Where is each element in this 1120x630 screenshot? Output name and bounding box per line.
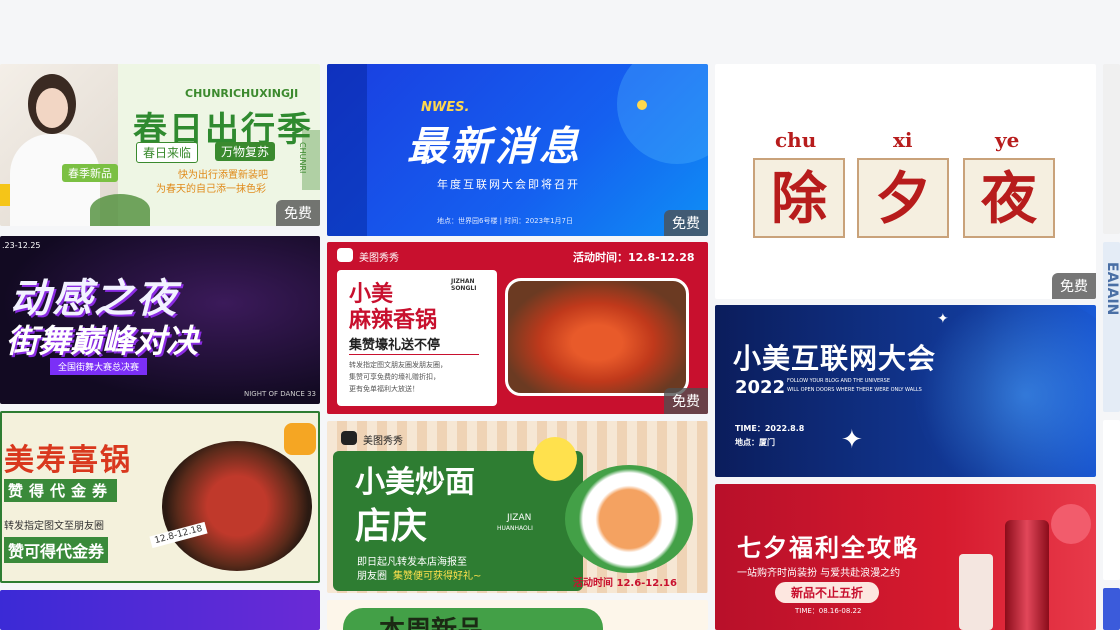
pinyin-text: CHUNRICHUXINGJI: [185, 87, 299, 100]
card-title: 小美互联网大会: [733, 342, 937, 375]
template-card-dance[interactable]: .23-12.25 动感之夜 街舞巅峰对决 全国街舞大赛总决赛 NIGHT OF…: [0, 236, 320, 404]
noodle-image: [565, 465, 693, 573]
perfume-bottle-image: [1005, 520, 1049, 630]
template-card-partial[interactable]: [1103, 64, 1120, 234]
desc-text: WILL OPEN DOORS WHERE THERE WERE ONLY WA…: [787, 387, 922, 393]
pinyin-text: ye: [995, 128, 1020, 152]
desc-text: 朋友圈: [357, 571, 387, 582]
brand-name: 美图秀秀: [359, 253, 399, 264]
heart-shape: [1051, 504, 1091, 544]
card-title: 最新消息: [407, 124, 583, 170]
char-box: 除: [753, 158, 845, 238]
card-title-2: 店庆: [355, 506, 428, 547]
template-card-noodle[interactable]: 美图秀秀 小美炒面 店庆 JIZAN HUANHAOLI 即日起凡转发本店海报至…: [327, 421, 708, 593]
desc-text: 即日起凡转发本店海报至: [357, 557, 467, 568]
time-text: TIME：2022.8.8: [735, 424, 805, 433]
desc-text: 集赞便可获得好礼~: [393, 571, 482, 582]
card-subtitle: 年度互联网大会即将召开: [437, 178, 580, 191]
pinyin-text: chu: [775, 128, 817, 152]
card-subtitle: 街舞巅峰对决: [6, 322, 199, 360]
template-card-week-new[interactable]: 本周新品: [327, 600, 708, 630]
sun-shape: [533, 437, 577, 481]
top-bar: [0, 0, 1120, 62]
template-card-partial[interactable]: [0, 590, 320, 630]
card-subtitle: 赞得代金券: [4, 479, 118, 502]
hotpot-image: [162, 441, 312, 571]
desc-text: 更有免单福利大放送！: [349, 385, 419, 393]
template-card-news[interactable]: NWES. 最新消息 年度互联网大会即将召开 地点：世界园6号楼 | 时间：20…: [327, 64, 708, 236]
tag-label: 春季新品: [62, 164, 118, 182]
tag-label: 万物复苏: [215, 142, 276, 161]
free-badge: 免费: [664, 210, 708, 236]
card-subtitle: 集赞壕礼送不停: [349, 338, 441, 353]
brand-logo: [341, 431, 357, 445]
card-title: 美寿喜锅: [4, 443, 132, 478]
side-text: EAIAIN: [1104, 262, 1120, 316]
template-card-hotpot[interactable]: 美寿喜锅 赞得代金券 转发指定图文至朋友圈 赞可得代金券 12.8-12.18: [0, 411, 320, 583]
cosmetic-jar-image: [959, 554, 993, 630]
footer-text: NIGHT OF DANCE 33: [244, 390, 316, 398]
card-title: 小美炒面: [355, 465, 475, 500]
news-tag: NWES.: [421, 100, 470, 115]
desc-text: 转发指定图文朋友圈发朋友圈，: [349, 361, 447, 369]
char-box: 夜: [963, 158, 1055, 238]
desc-text: 集赞可享免费的壕礼赠折扣，: [349, 373, 440, 381]
subtitle: 为春天的自己添一抹色彩: [156, 184, 266, 195]
sparkle-icon: ✦: [841, 425, 863, 455]
date-text: .23-12.25: [2, 241, 41, 250]
pinyin-text: JIZHAN SONGLI: [451, 278, 477, 292]
sparkle-icon: ✦: [937, 311, 949, 327]
tag-label: 春日来临: [136, 142, 199, 163]
card-title: 本周新品: [379, 610, 483, 630]
footer-text: 地点：世界园6号楼 | 时间：2023年1月7日: [437, 217, 573, 225]
desc-text: FOLLOW YOUR BLOG AND THE UNIVERSE: [787, 378, 890, 384]
template-card-partial[interactable]: EAIAIN: [1103, 242, 1120, 412]
date-text: 活动时间：12.8-12.28: [573, 251, 695, 264]
place-text: 地点：厦门: [735, 438, 775, 447]
time-text: TIME：08.16-08.22: [795, 607, 862, 615]
template-card-conference[interactable]: 小美互联网大会 2022 FOLLOW YOUR BLOG AND THE UN…: [715, 305, 1096, 477]
pinyin-text: JIZAN: [507, 513, 532, 523]
thumbs-up-icon: [284, 423, 316, 455]
food-image: [505, 278, 689, 396]
template-card-qixi[interactable]: 七夕福利全攻略 一站购齐时尚装扮 与爱共赴浪漫之约 新品不止五折 TIME：08…: [715, 484, 1096, 630]
free-badge: 免费: [1052, 273, 1096, 299]
char-box: 夕: [857, 158, 949, 238]
card-title-2: 麻辣香锅: [349, 308, 438, 333]
desc-text: 转发指定图文至朋友圈: [4, 521, 104, 532]
free-badge: 免费: [276, 200, 320, 226]
template-card-partial[interactable]: [1103, 420, 1120, 580]
brand-logo: [337, 248, 353, 262]
subtitle: 快为出行添置新装吧: [178, 170, 268, 181]
year-text: 2022: [735, 377, 786, 398]
card-title: 七夕福利全攻略: [737, 534, 919, 562]
pinyin-text: HUANHAOLI: [497, 525, 533, 532]
template-card-partial[interactable]: [1103, 588, 1120, 630]
template-card-new-year-eve[interactable]: chu xi ye 除 夕 夜 免费: [715, 64, 1096, 299]
template-card-mala[interactable]: 美图秀秀 活动时间：12.8-12.28 小美 JIZHAN SONGLI 麻辣…: [327, 242, 708, 414]
template-card-spring-travel[interactable]: CHUNRICHUXINGJI 春日出行季 春日来临 万物复苏 春季新品 快为出…: [0, 64, 320, 226]
brand-name: 美图秀秀: [363, 436, 403, 447]
free-badge: 免费: [664, 388, 708, 414]
event-bar: 全国街舞大赛总决赛: [50, 358, 148, 375]
promo-button: 新品不止五折: [775, 582, 880, 603]
pinyin-text: xi: [893, 128, 913, 152]
card-subtitle: 一站购齐时尚装扮 与爱共赴浪漫之约: [737, 568, 901, 579]
desc-text: 赞可得代金券: [4, 537, 109, 563]
date-text: 活动时间 12.6-12.16: [573, 578, 677, 589]
